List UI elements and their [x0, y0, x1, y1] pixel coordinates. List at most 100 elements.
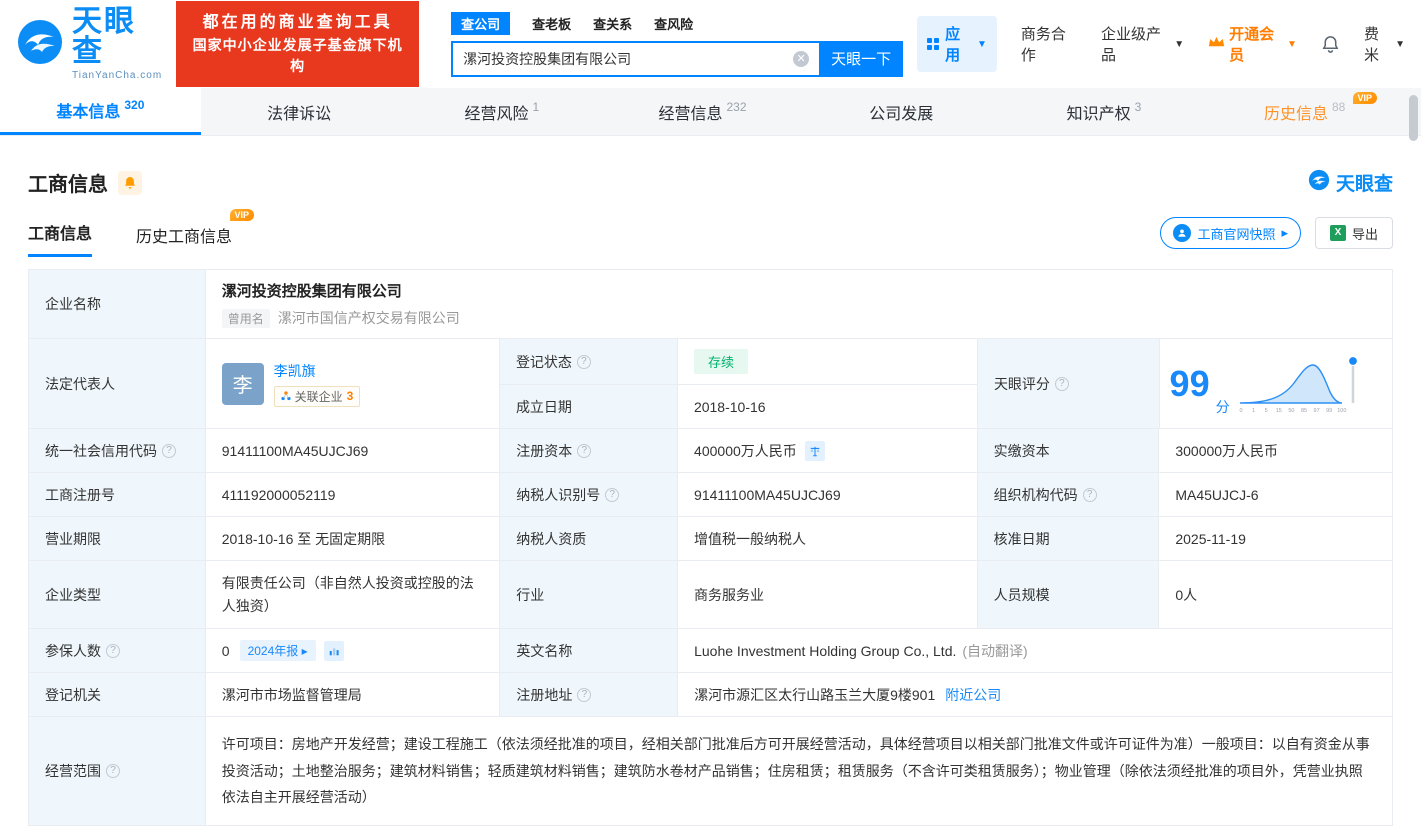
question-icon[interactable]: ? — [162, 443, 176, 458]
term-label: 营业期限 — [29, 517, 206, 561]
tab-company-development[interactable]: 公司发展 — [803, 88, 1004, 135]
legal-rep-avatar[interactable]: 李 — [221, 362, 264, 405]
search-tab-risk[interactable]: 查风险 — [654, 12, 693, 35]
address-cell: 漯河市源汇区太行山路玉兰大厦9楼901 附近公司 — [678, 673, 1392, 717]
regno-label: 工商注册号 — [29, 473, 206, 517]
export-button[interactable]: X 导出 — [1314, 217, 1393, 249]
address-label: 注册地址 — [516, 686, 573, 703]
question-icon[interactable]: ? — [1054, 376, 1069, 391]
table-row: 企业名称 漯河投资控股集团有限公司 曾用名 漯河市国信产权交易有限公司 — [29, 270, 1392, 339]
search-tab-company[interactable]: 查公司 — [451, 11, 511, 35]
svg-text:50: 50 — [1288, 408, 1294, 414]
former-name-badge: 曾用名 — [221, 308, 270, 328]
established-value: 2018-10-16 — [677, 385, 978, 429]
legal-rep-label: 法定代表人 — [29, 339, 206, 429]
paidcap-label: 实缴资本 — [977, 429, 1160, 473]
tab-operation-risk[interactable]: 经营风险 1 — [401, 88, 602, 135]
tab-history-info[interactable]: VIP 历史信息 88 — [1204, 88, 1405, 135]
apps-menu[interactable]: 应用 ▼ — [917, 16, 997, 72]
vip-badge: VIP — [1352, 92, 1378, 104]
notification-bell-icon[interactable] — [1321, 35, 1340, 54]
reg-status-label: 登记状态 — [515, 353, 572, 370]
nav-business-cooperation[interactable]: 商务合作 — [1021, 23, 1077, 65]
question-icon[interactable]: ? — [577, 687, 592, 702]
tab-intellectual-property[interactable]: 知识产权 3 — [1004, 88, 1205, 135]
search-tab-boss[interactable]: 查老板 — [532, 12, 571, 35]
uscc-label: 统一社会信用代码 — [45, 442, 157, 459]
search-clear-icon[interactable]: ✕ — [793, 50, 810, 67]
company-name-value[interactable]: 漯河投资控股集团有限公司 — [222, 280, 402, 301]
regcap-value: 400000万人民币 — [694, 442, 797, 459]
score-value: 99 — [1169, 362, 1210, 404]
annual-report-tag[interactable]: 2024年报 ▸ — [239, 640, 316, 661]
question-icon[interactable]: ? — [1082, 487, 1097, 502]
nav-open-vip[interactable]: 开通会员 ▼ — [1208, 23, 1297, 65]
nav-vip-label: 开通会员 — [1229, 26, 1275, 64]
related-companies-tag[interactable]: 关联企业 3 — [273, 385, 361, 407]
company-tabs-bar: 基本信息 320 法律诉讼 经营风险 1 经营信息 232 公司发展 知识产权 3 VI… — [0, 88, 1421, 136]
table-row: 工商注册号 411192000052119 纳税人识别号 ? 91411100M… — [29, 473, 1392, 517]
regno-value: 411192000052119 — [205, 473, 501, 517]
nav-enterprise-products[interactable]: 企业级产品 ▼ — [1101, 23, 1184, 65]
tab-label: 历史信息 — [1263, 105, 1328, 123]
tab-basic-info[interactable]: 基本信息 320 — [0, 88, 201, 135]
insured-chart-icon[interactable] — [323, 640, 344, 661]
subscribe-bell-icon[interactable] — [118, 170, 142, 195]
svg-text:100: 100 — [1337, 408, 1346, 414]
uscc-value: 91411100MA45UJCJ69 — [205, 429, 501, 473]
caret-down-icon: ▼ — [1174, 38, 1185, 50]
taxid-value: 91411100MA45UJCJ69 — [678, 473, 978, 517]
question-icon[interactable]: ? — [106, 763, 120, 778]
question-icon[interactable]: ? — [576, 354, 591, 369]
taxq-value: 增值税一般纳税人 — [678, 517, 978, 561]
nearby-companies-link[interactable]: 附近公司 — [945, 685, 1001, 705]
question-icon[interactable]: ? — [577, 443, 592, 458]
caret-down-icon: ▼ — [1287, 38, 1297, 50]
crown-icon — [1208, 35, 1225, 53]
score-label: 天眼评分 — [993, 375, 1050, 392]
regcap-label-cell: 注册资本 ? — [500, 429, 679, 473]
tab-label: 知识产权 — [1066, 105, 1131, 123]
insured-label-cell: 参保人数 ? — [29, 629, 206, 673]
capital-scale-icon[interactable] — [804, 440, 825, 461]
table-row: 法定代表人 李 李凯旗 关联企业 3 登记状态 ? 存续 成立日期 2018-1… — [29, 339, 1392, 429]
official-snapshot-button[interactable]: 工商官网快照 ▸ — [1160, 217, 1301, 249]
logo-brand-text: 天眼查 — [72, 5, 136, 68]
nav-enterprise-label: 企业级产品 — [1101, 26, 1162, 64]
tianyancha-logo[interactable]: 天眼查 TianYanCha.com — [16, 7, 162, 81]
legal-rep-name-link[interactable]: 李凯旗 — [274, 361, 361, 381]
table-row: 营业期限 2018-10-16 至 无固定期限 纳税人资质 增值税一般纳税人 核… — [29, 517, 1392, 561]
subtab-business-info[interactable]: 工商信息 — [28, 220, 93, 257]
subtab-history-business-info[interactable]: VIP 历史工商信息 — [136, 209, 255, 257]
page-scrollbar-thumb[interactable] — [1409, 95, 1418, 141]
company-name-label: 企业名称 — [29, 270, 206, 339]
company-name-cell: 漯河投资控股集团有限公司 曾用名 漯河市国信产权交易有限公司 — [205, 270, 1392, 339]
search-button[interactable]: 天眼一下 — [819, 40, 904, 77]
search-tab-relation[interactable]: 查关系 — [593, 12, 632, 35]
tab-label: 基本信息 — [56, 104, 121, 121]
tab-business-info[interactable]: 经营信息 232 — [602, 88, 803, 135]
table-row: 统一社会信用代码 ? 91411100MA45UJCJ69 注册资本 ? 400… — [29, 429, 1392, 473]
svg-text:85: 85 — [1301, 408, 1307, 414]
snapshot-camera-icon — [1173, 224, 1192, 242]
address-label-cell: 注册地址 ? — [500, 673, 679, 717]
svg-text:5: 5 — [1264, 408, 1267, 414]
snapshot-label: 工商官网快照 — [1197, 226, 1276, 242]
orgcode-label: 组织机构代码 — [993, 486, 1078, 503]
score-cell[interactable]: 99 分 0 1 5 15 50 85 97 99 100 — [1159, 339, 1392, 429]
status-badge: 存续 — [693, 349, 748, 374]
reg-status-cell: 存续 — [678, 339, 978, 384]
reg-status-label-cell: 登记状态 ? — [499, 339, 678, 384]
question-icon[interactable]: ? — [106, 643, 120, 658]
industry-label: 行业 — [500, 561, 679, 629]
tab-count: 232 — [726, 99, 747, 114]
logo-domain-text: TianYanCha.com — [72, 70, 163, 81]
question-icon[interactable]: ? — [605, 487, 620, 502]
en-name-label: 英文名称 — [500, 629, 679, 673]
search-input[interactable] — [451, 40, 820, 77]
caret-down-icon: ▼ — [976, 38, 987, 50]
mini-logo-wave-icon — [1308, 169, 1330, 196]
tab-label: 公司发展 — [869, 105, 934, 123]
tab-legal-litigation[interactable]: 法律诉讼 — [201, 88, 402, 135]
user-menu[interactable]: 费米 ▼ — [1364, 23, 1405, 65]
